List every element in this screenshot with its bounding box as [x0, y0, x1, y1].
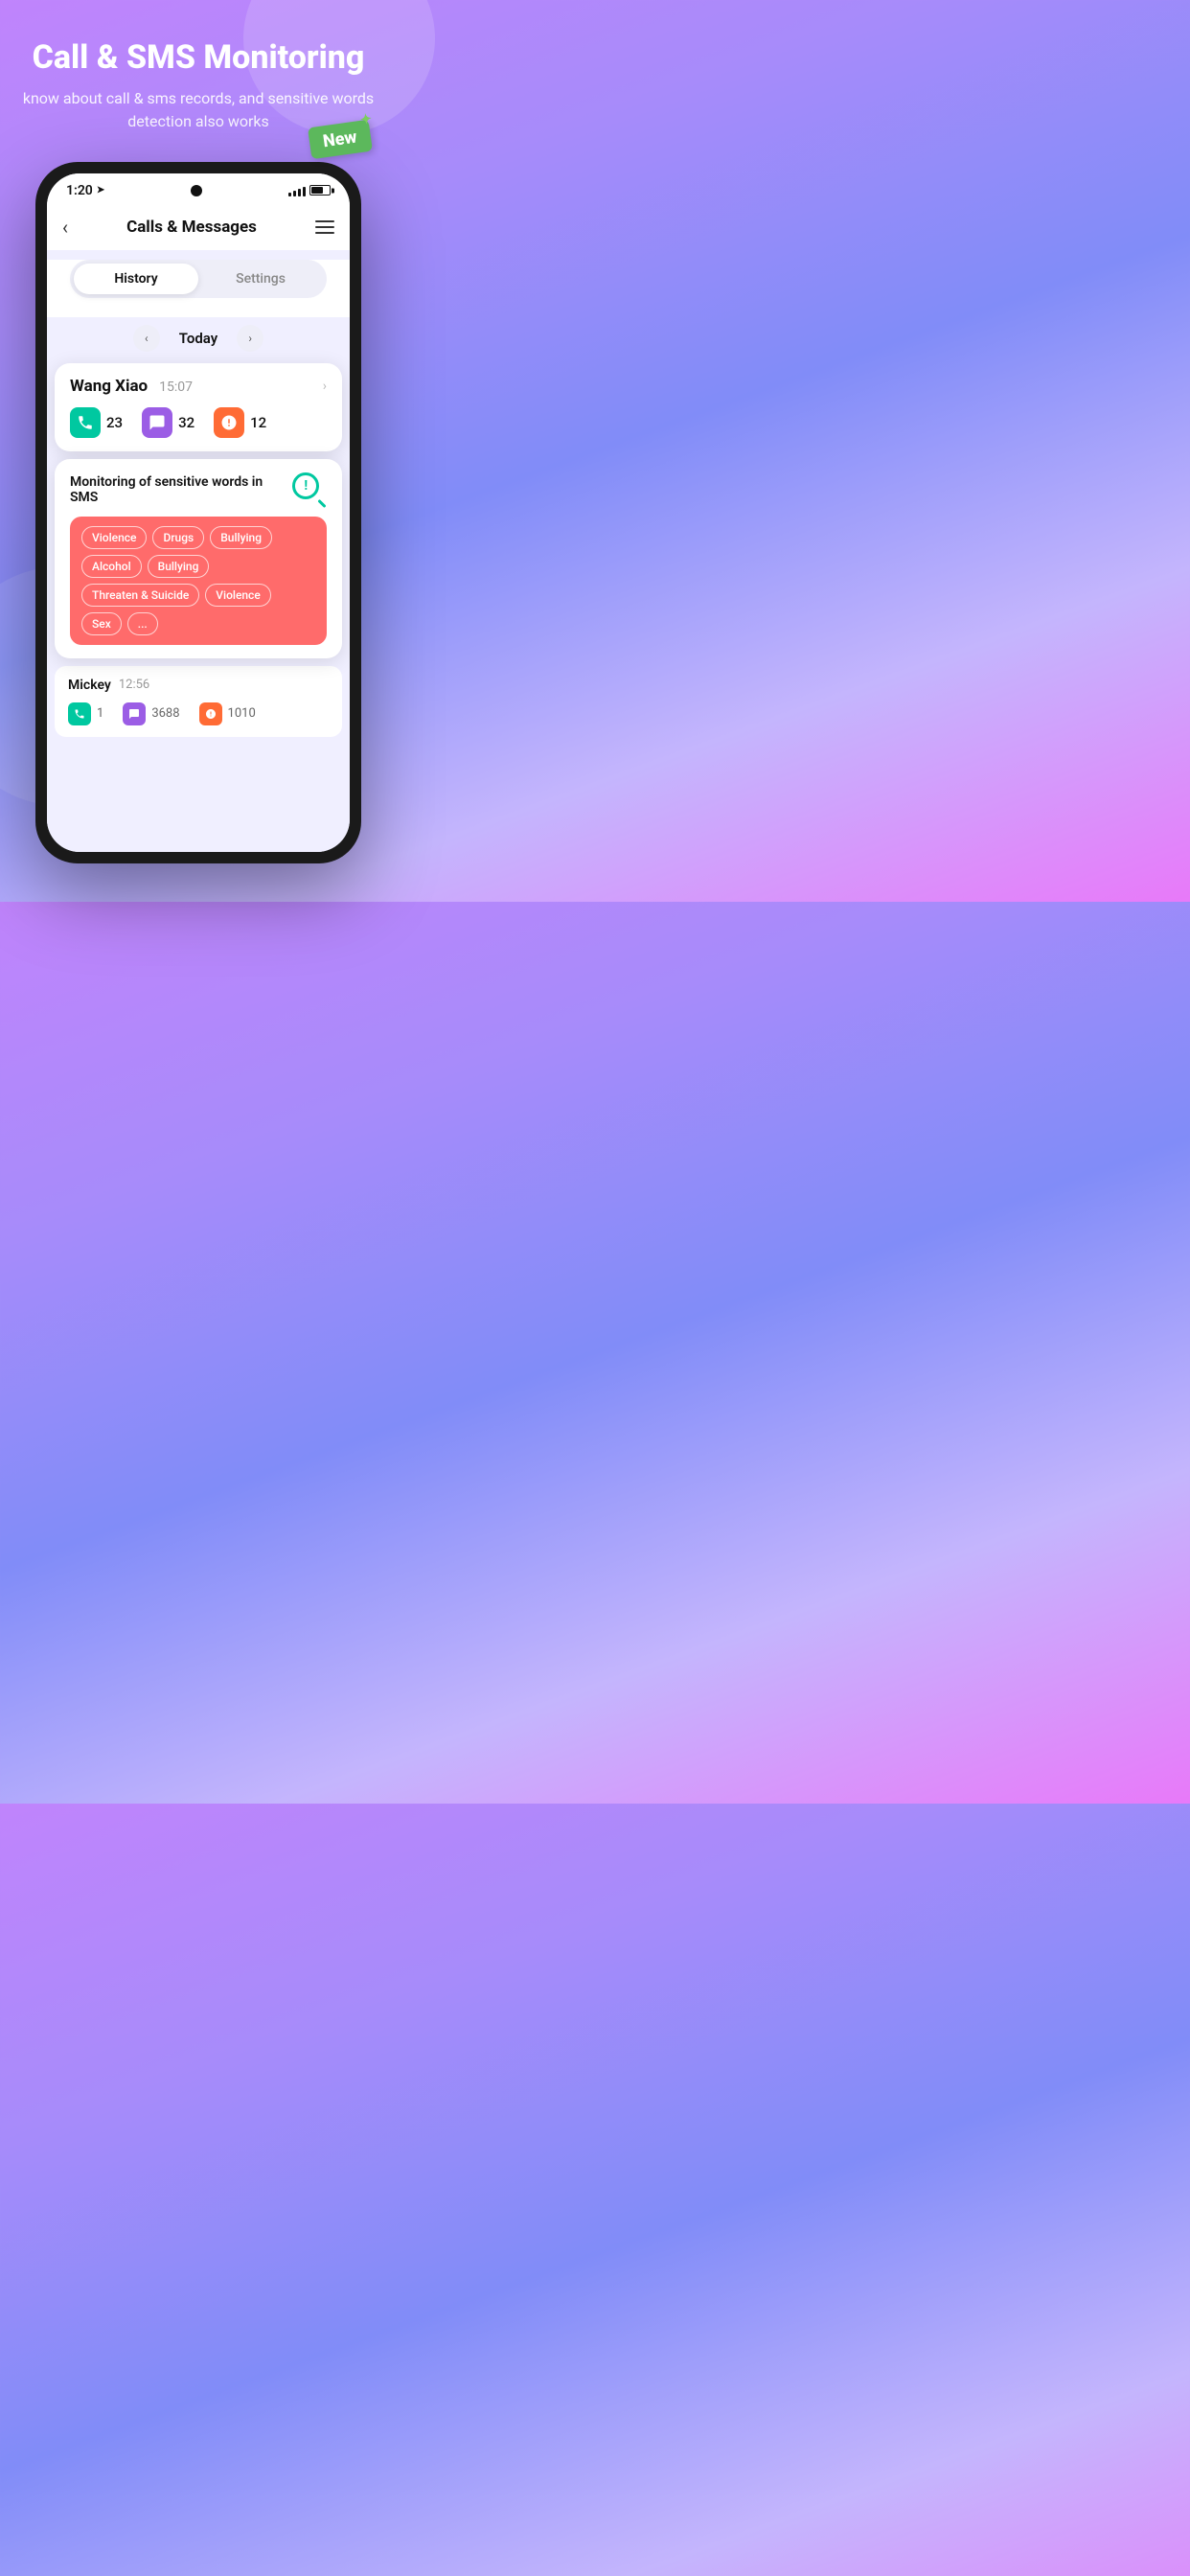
tag-bullying-1: Bullying	[210, 526, 272, 549]
camera-dot	[191, 185, 202, 196]
messages-count: 32	[178, 414, 195, 431]
contact-name-mickey: Mickey	[68, 678, 111, 693]
app-header: ‹ Calls & Messages	[47, 204, 350, 250]
contact-name: Wang Xiao	[70, 377, 148, 396]
prev-date-button[interactable]: ‹	[133, 325, 160, 352]
status-icons	[288, 185, 331, 196]
tag-more: ...	[127, 612, 158, 635]
tab-history[interactable]: History	[74, 264, 198, 294]
tag-drugs: Drugs	[152, 526, 204, 549]
phone-body: 1:20 ➤ ‹	[35, 162, 361, 863]
next-date-button[interactable]: ›	[237, 325, 263, 352]
calls-stat-mickey: 1	[68, 702, 103, 725]
alerts-count: 12	[250, 414, 266, 431]
contact-card-wang-xiao[interactable]: Wang Xiao 15:07 › 23	[55, 363, 342, 451]
menu-button[interactable]	[315, 220, 334, 234]
tag-violence-1: Violence	[81, 526, 147, 549]
calls-count-mickey: 1	[97, 706, 103, 721]
alerts-stat-mickey: 1010	[199, 702, 256, 725]
battery-icon	[309, 185, 331, 196]
alerts-count-mickey: 1010	[228, 706, 256, 721]
alert-icon	[214, 407, 244, 438]
phone-icon	[70, 407, 101, 438]
signal-bars-icon	[288, 185, 306, 196]
sensitive-words-card: Monitoring of sensitive words in SMS ! V…	[55, 459, 342, 658]
tag-violence-2: Violence	[205, 584, 270, 607]
messages-stat: 32	[142, 407, 195, 438]
calls-count: 23	[106, 414, 123, 431]
messages-stat-mickey: 3688	[123, 702, 179, 725]
contact-card-mickey[interactable]: Mickey 12:56 1	[55, 666, 342, 737]
alerts-stat: 12	[214, 407, 266, 438]
hero-title: Call & SMS Monitoring	[33, 38, 365, 78]
alert-icon-small	[199, 702, 222, 725]
status-bar: 1:20 ➤	[47, 173, 350, 204]
location-arrow-icon: ➤	[97, 185, 104, 196]
message-icon-small	[123, 702, 146, 725]
tab-settings[interactable]: Settings	[198, 264, 323, 294]
messages-count-mickey: 3688	[151, 706, 179, 721]
empty-space	[55, 737, 342, 852]
tag-bullying-2: Bullying	[148, 555, 210, 578]
tag-threaten-suicide: Threaten & Suicide	[81, 584, 199, 607]
time-text: 1:20	[66, 183, 93, 198]
search-alert-icon: !	[292, 472, 327, 507]
contact-time-mickey: 12:56	[119, 678, 149, 692]
message-icon	[142, 407, 172, 438]
phone-screen: 1:20 ➤ ‹	[47, 173, 350, 852]
date-label: Today	[179, 330, 217, 347]
app-title: Calls & Messages	[126, 218, 257, 237]
tag-sex: Sex	[81, 612, 122, 635]
content-area: Wang Xiao 15:07 › 23	[47, 363, 350, 852]
contact-time: 15:07	[159, 380, 193, 395]
status-time: 1:20 ➤	[66, 183, 104, 198]
back-button[interactable]: ‹	[62, 216, 68, 239]
tag-alcohol: Alcohol	[81, 555, 142, 578]
sensitive-words-title: Monitoring of sensitive words in SMS	[70, 474, 292, 505]
date-navigation: ‹ Today ›	[47, 317, 350, 363]
phone-frame: New 1:20 ➤	[35, 162, 361, 863]
phone-icon-small	[68, 702, 91, 725]
calls-stat: 23	[70, 407, 123, 438]
sensitive-tags-container: Violence Drugs Bullying Alcohol Bullying…	[70, 517, 327, 645]
contact-stats: 23 32	[70, 407, 327, 438]
contact-stats-mickey: 1 3688	[68, 702, 329, 725]
tabs-container: History Settings	[70, 260, 327, 298]
chevron-right-icon: ›	[323, 379, 327, 394]
